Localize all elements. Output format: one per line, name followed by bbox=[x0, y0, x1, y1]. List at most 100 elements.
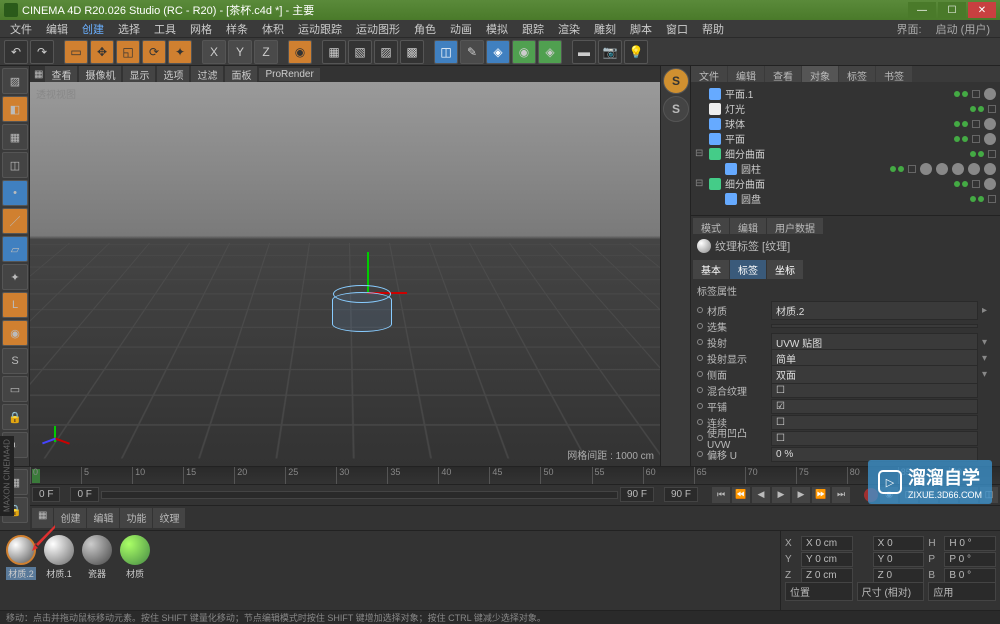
mattab-texture[interactable]: 纹理 bbox=[153, 508, 185, 528]
workplane-mode[interactable]: ◫ bbox=[2, 152, 28, 178]
rotate-tool[interactable]: ⟳ bbox=[142, 40, 166, 64]
menu-help[interactable]: 帮助 bbox=[696, 19, 730, 39]
goto-end-button[interactable]: ⏭ bbox=[832, 487, 850, 503]
size-dropdown[interactable]: 尺寸 (相对) bbox=[857, 582, 925, 601]
attr-row[interactable]: 使用凹凸 UVW☐ bbox=[697, 430, 994, 446]
tree-row[interactable]: 球体 bbox=[695, 116, 996, 131]
attr-row[interactable]: 平铺☑ bbox=[697, 398, 994, 414]
size-x[interactable]: X 0 bbox=[873, 536, 925, 551]
objtab-bookmarks[interactable]: 书签 bbox=[876, 66, 912, 82]
material-ball[interactable]: 材质 bbox=[118, 535, 152, 606]
teacup-model[interactable] bbox=[332, 282, 402, 332]
next-key-button[interactable]: ⏩ bbox=[812, 487, 830, 503]
axis-mode[interactable]: ✦ bbox=[2, 264, 28, 290]
attr-tab-edit[interactable]: 编辑 bbox=[730, 218, 766, 234]
pos-x[interactable]: X 0 cm bbox=[801, 536, 853, 551]
frame-range-start[interactable]: 0 F bbox=[70, 487, 98, 502]
frame-range-end[interactable]: 90 F bbox=[664, 487, 698, 502]
menu-select[interactable]: 选择 bbox=[112, 19, 146, 39]
vp-nav-icon[interactable]: ▦ bbox=[34, 69, 43, 80]
move-tool[interactable]: ✥ bbox=[90, 40, 114, 64]
tree-row[interactable]: 圆盘 bbox=[695, 191, 996, 206]
rot-h[interactable]: H 0 ° bbox=[944, 536, 996, 551]
tree-row[interactable]: ⊟细分曲面 bbox=[695, 176, 996, 191]
camera-icon[interactable]: 📷 bbox=[598, 40, 622, 64]
menu-edit[interactable]: 编辑 bbox=[40, 19, 74, 39]
vp-tab-panel[interactable]: 面板 bbox=[225, 66, 257, 83]
goto-start-button[interactable]: ⏮ bbox=[712, 487, 730, 503]
viewport-solo[interactable]: ◉ bbox=[2, 320, 28, 346]
object-tree[interactable]: 平面.1灯光球体平面⊟细分曲面圆柱⊟细分曲面圆盘 bbox=[691, 82, 1000, 215]
render-pv[interactable]: ▨ bbox=[374, 40, 398, 64]
undo-button[interactable]: ↶ bbox=[4, 40, 28, 64]
pos-y[interactable]: Y 0 cm bbox=[801, 552, 853, 567]
recent-tool[interactable]: ✦ bbox=[168, 40, 192, 64]
subdivision-icon[interactable]: ◈ bbox=[486, 40, 510, 64]
edge-mode[interactable]: ／ bbox=[2, 208, 28, 234]
attr-row[interactable]: 材质材质.2▸ bbox=[697, 302, 994, 318]
point-mode[interactable]: • bbox=[2, 180, 28, 206]
workplane-icon[interactable]: ▭ bbox=[2, 376, 28, 402]
pos-label[interactable]: 位置 bbox=[785, 582, 853, 601]
material-panel[interactable]: 材质.2材质.1瓷器材质 bbox=[0, 531, 780, 610]
mattab-edit[interactable]: 编辑 bbox=[87, 508, 119, 528]
menu-volume[interactable]: 体积 bbox=[256, 19, 290, 39]
attr-subtab-tag[interactable]: 标签 bbox=[730, 260, 766, 279]
play-button[interactable]: ▶ bbox=[772, 487, 790, 503]
vp-tab-prorender[interactable]: ProRender bbox=[259, 68, 319, 81]
menu-create[interactable]: 创建 bbox=[76, 19, 110, 39]
select-tool[interactable]: ▭ bbox=[64, 40, 88, 64]
vp-tab-filter[interactable]: 过滤 bbox=[191, 66, 223, 83]
lock-icon[interactable]: 🔒 bbox=[2, 404, 28, 430]
objtab-view[interactable]: 查看 bbox=[765, 66, 801, 82]
maximize-button[interactable]: ☐ bbox=[938, 2, 966, 18]
apply-button[interactable]: 应用 bbox=[928, 582, 996, 601]
menu-tools[interactable]: 工具 bbox=[148, 19, 182, 39]
range-slider[interactable] bbox=[101, 491, 618, 499]
attr-subtab-coord[interactable]: 坐标 bbox=[767, 260, 803, 279]
objtab-objects[interactable]: 对象 bbox=[802, 66, 838, 82]
tree-row[interactable]: 平面.1 bbox=[695, 86, 996, 101]
menu-mograph[interactable]: 运动图形 bbox=[350, 19, 406, 39]
menu-spline[interactable]: 样条 bbox=[220, 19, 254, 39]
pen-tool[interactable]: ✎ bbox=[460, 40, 484, 64]
prev-key-button[interactable]: ⏪ bbox=[732, 487, 750, 503]
frame-end[interactable]: 90 F bbox=[620, 487, 654, 502]
enable-axis[interactable]: L bbox=[2, 292, 28, 318]
objtab-file[interactable]: 文件 bbox=[691, 66, 727, 82]
menu-sculpt[interactable]: 雕刻 bbox=[588, 19, 622, 39]
axis-y-toggle[interactable]: Y bbox=[228, 40, 252, 64]
layout-dropdown[interactable]: 启动 (用户) bbox=[930, 19, 996, 39]
mattab-function[interactable]: 功能 bbox=[120, 508, 152, 528]
menu-mesh[interactable]: 网格 bbox=[184, 19, 218, 39]
frame-start[interactable]: 0 F bbox=[32, 487, 60, 502]
menu-animate[interactable]: 动画 bbox=[444, 19, 478, 39]
render-view[interactable]: ▦ bbox=[322, 40, 346, 64]
vp-tab-camera[interactable]: 摄像机 bbox=[79, 66, 121, 83]
light-icon[interactable]: 💡 bbox=[624, 40, 648, 64]
cube-primitive[interactable]: ◫ bbox=[434, 40, 458, 64]
minimize-button[interactable]: — bbox=[908, 2, 936, 18]
axis-z-toggle[interactable]: Z bbox=[254, 40, 278, 64]
close-button[interactable]: ✕ bbox=[968, 2, 996, 18]
rot-b[interactable]: B 0 ° bbox=[944, 568, 996, 583]
tree-row[interactable]: 灯光 bbox=[695, 101, 996, 116]
snap-toggle[interactable]: S bbox=[2, 348, 28, 374]
perspective-viewport[interactable]: 透视视图 网格间距 : 1000 cm bbox=[30, 82, 660, 466]
menu-simulate[interactable]: 模拟 bbox=[480, 19, 514, 39]
axis-x-toggle[interactable]: X bbox=[202, 40, 226, 64]
size-y[interactable]: Y 0 bbox=[873, 552, 925, 567]
rot-p[interactable]: P 0 ° bbox=[944, 552, 996, 567]
array-icon[interactable]: ◉ bbox=[512, 40, 536, 64]
vp-tab-options[interactable]: 选项 bbox=[157, 66, 189, 83]
floor-icon[interactable]: ▬ bbox=[572, 40, 596, 64]
prev-frame-button[interactable]: ◀ bbox=[752, 487, 770, 503]
vp-tab-display[interactable]: 显示 bbox=[123, 66, 155, 83]
pos-z[interactable]: Z 0 cm bbox=[801, 568, 853, 583]
attr-tab-mode[interactable]: 模式 bbox=[693, 218, 729, 234]
menu-window[interactable]: 窗口 bbox=[660, 19, 694, 39]
menu-script[interactable]: 脚本 bbox=[624, 19, 658, 39]
size-z[interactable]: Z 0 bbox=[873, 568, 925, 583]
timeline-ruler[interactable]: 051015202530354045505560657075808590 bbox=[30, 467, 1000, 485]
make-editable-button[interactable]: ▨ bbox=[2, 68, 28, 94]
